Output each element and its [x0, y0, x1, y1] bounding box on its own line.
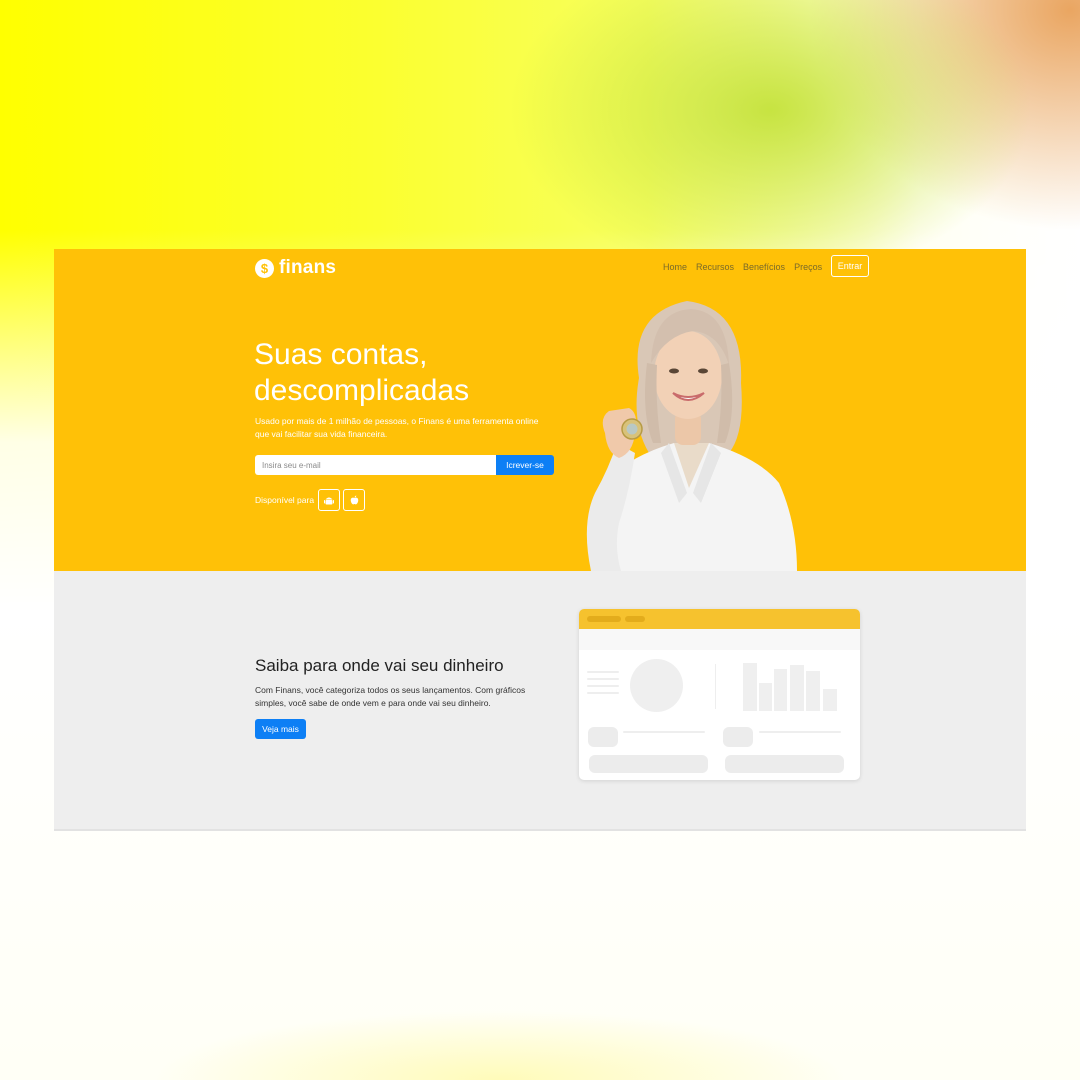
- available-platforms: Disponível para: [255, 489, 366, 511]
- dashboard-divider: [715, 664, 716, 709]
- signup-form: Icrever-se: [255, 455, 554, 475]
- hero-description: Usado por mais de 1 milhão de pessoas, o…: [255, 416, 539, 439]
- email-input[interactable]: [255, 455, 496, 475]
- section-bottom-border: [54, 829, 1026, 831]
- nav-link-precos[interactable]: Preços: [794, 262, 822, 272]
- dashboard-subheader: [579, 629, 860, 650]
- hero-section: $ finans Home Recursos Benefícios Preços…: [54, 249, 1026, 571]
- hero-title: Suas contas, descomplicadas: [254, 337, 584, 409]
- feature-description: Com Finans, você categoriza todos os seu…: [255, 685, 526, 708]
- summary-line: [623, 731, 705, 733]
- login-button[interactable]: Entrar: [831, 255, 869, 277]
- legend-line: [587, 671, 619, 673]
- android-store-button[interactable]: [318, 489, 341, 511]
- nav-link-home[interactable]: Home: [663, 262, 687, 272]
- dashboard-illustration: [579, 609, 860, 780]
- available-label: Disponível para: [255, 495, 315, 505]
- hero-title-line2: descomplicadas: [254, 374, 470, 407]
- summary-block: [589, 755, 708, 773]
- bar-placeholder: [806, 671, 820, 711]
- dashboard-header-pill: [587, 616, 621, 622]
- bar-placeholder: [759, 683, 772, 711]
- feature-section: Saiba para onde vai seu dinheiro Com Fin…: [54, 571, 1026, 831]
- logo[interactable]: $ finans: [255, 257, 336, 279]
- dashboard-header-bar: [579, 609, 860, 629]
- dollar-icon: $: [255, 258, 274, 278]
- legend-line: [587, 678, 619, 680]
- subscribe-button[interactable]: Icrever-se: [496, 455, 554, 475]
- legend-line: [587, 685, 619, 687]
- summary-chip: [588, 727, 618, 747]
- woman-holding-coin-photo: [586, 301, 797, 571]
- feature-title: Saiba para onde vai seu dinheiro: [255, 656, 504, 675]
- main-nav: Home Recursos Benefícios Preços: [663, 262, 822, 272]
- hero-title-line1: Suas contas,: [254, 338, 428, 371]
- website-mockup: $ finans Home Recursos Benefícios Preços…: [54, 249, 1026, 831]
- see-more-button[interactable]: Veja mais: [255, 719, 306, 739]
- bar-placeholder: [774, 669, 787, 711]
- pie-chart-placeholder: [630, 659, 683, 712]
- dashboard-header-pill: [625, 616, 645, 622]
- summary-block: [725, 755, 844, 773]
- apple-store-button[interactable]: [343, 489, 366, 511]
- bar-placeholder: [823, 689, 837, 711]
- android-icon: [324, 497, 335, 504]
- bar-placeholder: [790, 665, 804, 711]
- background-glow: [150, 1010, 850, 1080]
- nav-link-beneficios[interactable]: Benefícios: [743, 262, 785, 272]
- bar-placeholder: [743, 663, 757, 711]
- logo-text: finans: [279, 257, 337, 278]
- apple-icon: [350, 495, 358, 505]
- summary-line: [759, 731, 841, 733]
- summary-chip: [723, 727, 753, 747]
- legend-line: [587, 692, 619, 694]
- nav-link-recursos[interactable]: Recursos: [696, 262, 734, 272]
